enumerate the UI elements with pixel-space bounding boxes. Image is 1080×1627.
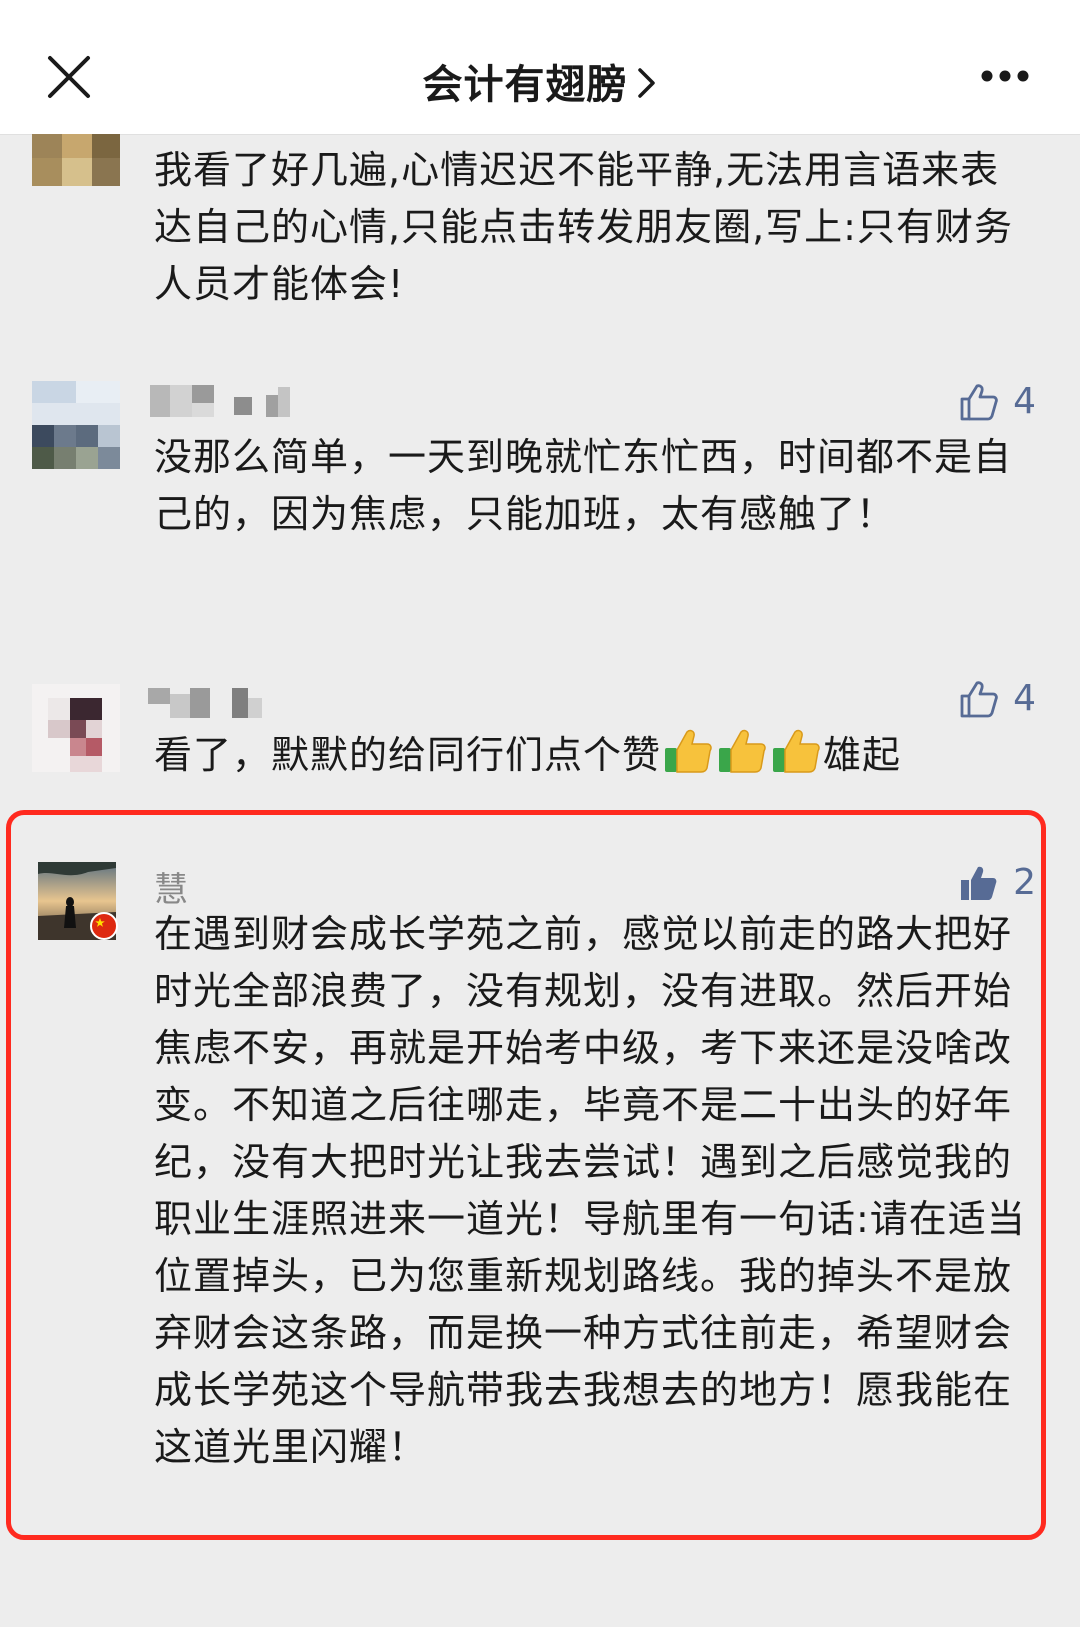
thumbs-up-filled-icon [961, 866, 997, 900]
more-button[interactable] [980, 68, 1030, 87]
comment-text-end: 雄起 [823, 733, 902, 777]
chevron-right-icon [636, 64, 658, 110]
like-count: 4 [1013, 678, 1036, 719]
avatar[interactable] [32, 381, 120, 469]
like-button[interactable]: 4 [959, 381, 1036, 422]
comment-text: 我看了好几遍,心情迟迟不能平静,无法用言语来表达自己的心情,只能点击转发朋友圈,… [154, 148, 1013, 306]
like-button[interactable]: 4 [959, 678, 1036, 719]
comment-text-start: 看了，默默的给同行们点个赞 [154, 733, 662, 777]
account-title-link[interactable]: 会计有翅膀 [0, 52, 1080, 110]
top-bar: 会计有翅膀 [0, 0, 1080, 135]
china-flag-badge-icon [90, 912, 118, 940]
avatar[interactable] [32, 684, 120, 772]
thumbs-up-emoji [717, 726, 767, 774]
thumbs-up-emoji [663, 726, 713, 774]
thumbs-up-emoji [771, 726, 821, 774]
like-count: 4 [1013, 381, 1036, 422]
avatar[interactable] [38, 862, 118, 940]
username-pixelated [148, 684, 298, 724]
comment-text: 看了，默默的给同行们点个赞 雄起 [154, 726, 1054, 786]
thumbs-up-outline-icon [960, 383, 998, 420]
like-button[interactable]: 2 [959, 862, 1036, 903]
comment-text: 在遇到财会成长学苑之前，感觉以前走的路大把好时光全部浪费了，没有规划，没有进取。… [154, 912, 1026, 1469]
like-count: 2 [1013, 862, 1036, 903]
avatar[interactable] [32, 134, 120, 186]
more-icon [981, 70, 1029, 82]
comment-text: 没那么简单，一天到晚就忙东忙西，时间都不是自己的，因为焦虑，只能加班，太有感触了… [154, 435, 1013, 536]
page-title: 会计有翅膀 [422, 62, 628, 108]
thumbs-up-outline-icon [960, 680, 998, 717]
commenter-name: 慧 [154, 870, 188, 910]
comment-list[interactable]: 我看了好几遍,心情迟迟不能平静,无法用言语来表达自己的心情,只能点击转发朋友圈,… [0, 134, 1080, 1627]
username-pixelated [150, 383, 300, 423]
